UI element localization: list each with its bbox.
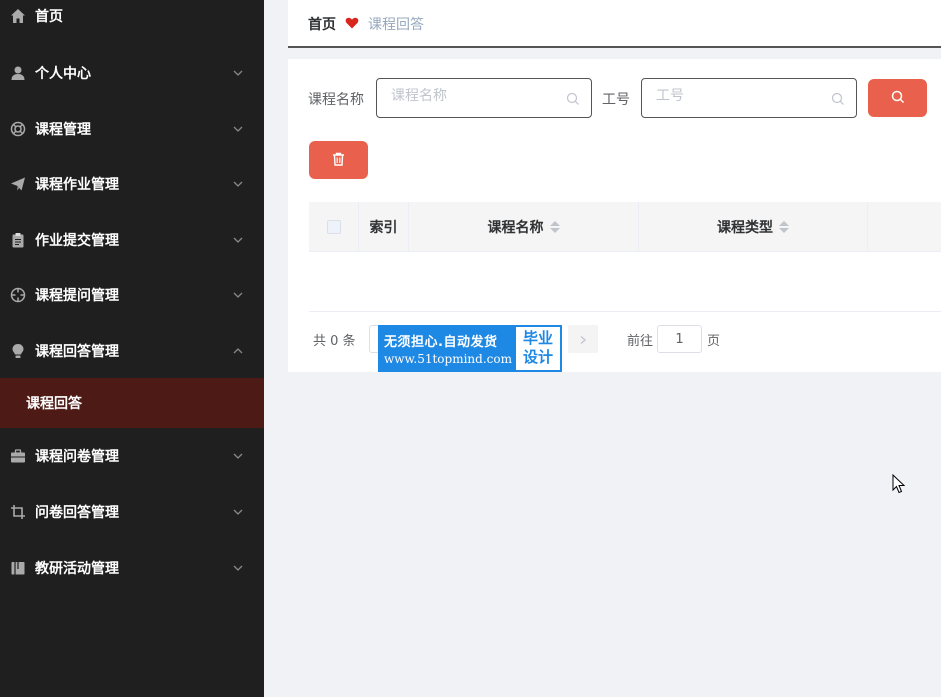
course-name-field[interactable]	[376, 78, 592, 118]
column-header-course-name[interactable]: 课程名称	[409, 202, 639, 252]
sidebar-item-course-management[interactable]: 课程管理	[0, 101, 264, 157]
chevron-down-icon	[232, 178, 244, 190]
chevron-right-icon	[578, 330, 588, 349]
sidebar-item-label: 课程管理	[35, 122, 91, 138]
staff-id-input[interactable]	[656, 88, 816, 104]
watermark-url: www.51topmind.com	[384, 352, 512, 366]
sidebar-item-label: 作业提交管理	[35, 233, 119, 249]
watermark-right-line1: 毕业	[522, 329, 553, 347]
sort-icon[interactable]	[779, 221, 789, 233]
trash-icon	[332, 151, 345, 170]
sidebar-subitem-course-answer[interactable]: 课程回答	[0, 378, 264, 428]
search-icon	[566, 91, 580, 105]
watermark-slogan: 无须担心.自动发货	[384, 335, 498, 350]
search-icon	[831, 91, 845, 105]
watermark-right: 毕业 设计	[516, 327, 560, 370]
sidebar-item-homework-submission-management[interactable]: 作业提交管理	[0, 212, 264, 268]
sidebar-item-label: 首页	[35, 9, 63, 25]
sidebar-item-label: 课程作业管理	[35, 177, 119, 193]
column-header-index: 索引	[359, 202, 409, 252]
sidebar-subitem-label: 课程回答	[26, 396, 82, 412]
heart-icon	[345, 15, 359, 29]
crop-icon	[10, 504, 26, 520]
sidebar-item-label: 个人中心	[35, 66, 91, 82]
chevron-down-icon	[232, 67, 244, 79]
chevron-down-icon	[232, 562, 244, 574]
sort-icon[interactable]	[549, 221, 560, 233]
sidebar-item-course-homework-management[interactable]: 课程作业管理	[0, 156, 264, 212]
chevron-down-icon	[232, 450, 244, 462]
page-jump-input[interactable]: 1	[657, 325, 702, 353]
chevron-up-icon	[232, 345, 244, 357]
sidebar-item-course-survey-management[interactable]: 课程问卷管理	[0, 428, 264, 484]
sidebar-item-teaching-research-management[interactable]: 教研活动管理	[0, 540, 264, 596]
select-all-cell	[309, 202, 359, 252]
mouse-cursor-icon	[892, 473, 906, 494]
course-name-input[interactable]	[391, 88, 551, 104]
table-header: 索引 课程名称 课程类型	[309, 202, 941, 252]
course-name-label: 课程名称	[308, 92, 364, 108]
search-icon	[891, 89, 905, 108]
sidebar-item-label: 课程问卷管理	[35, 449, 119, 465]
sidebar-item-label: 课程提问管理	[35, 288, 119, 304]
sidebar-item-label: 问卷回答管理	[35, 505, 119, 521]
breadcrumb-current: 课程回答	[368, 17, 424, 33]
sidebar-item-survey-answer-management[interactable]: 问卷回答管理	[0, 484, 264, 540]
delete-button[interactable]	[309, 141, 368, 179]
sidebar-item-home[interactable]: 首页	[0, 0, 264, 44]
book-icon	[10, 560, 26, 576]
search-button[interactable]	[868, 79, 927, 117]
chevron-down-icon	[232, 123, 244, 135]
sidebar-item-course-answer-management[interactable]: 课程回答管理	[0, 323, 264, 379]
breadcrumb-home[interactable]: 首页	[308, 14, 336, 34]
sidebar-item-label: 教研活动管理	[35, 561, 119, 577]
pagination-goto-label: 前往	[627, 334, 654, 349]
next-page-button[interactable]	[568, 325, 598, 353]
sidebar-item-label: 课程回答管理	[35, 344, 119, 360]
chevron-down-icon	[232, 234, 244, 246]
user-icon	[10, 65, 26, 81]
sidebar: 首页 个人中心 课程管理 课程作业管理 作业提交管理 课程提问管理 课程回答管理…	[0, 0, 264, 697]
watermark-right-line2: 设计	[522, 348, 553, 366]
sidebar-item-personal-center[interactable]: 个人中心	[0, 45, 264, 101]
column-header-course-type[interactable]: 课程类型	[639, 202, 868, 252]
sidebar-item-course-question-management[interactable]: 课程提问管理	[0, 267, 264, 323]
clipboard-icon	[10, 232, 26, 248]
column-header-extra	[868, 202, 941, 252]
staff-id-label: 工号	[602, 92, 630, 108]
select-all-checkbox[interactable]	[326, 220, 341, 234]
chevron-down-icon	[232, 289, 244, 301]
chevron-down-icon	[232, 506, 244, 518]
home-icon	[10, 8, 26, 24]
pagination-page-label: 页	[707, 334, 721, 349]
lightbulb-icon	[10, 343, 26, 359]
watermark-left: 无须担心.自动发货 www.51topmind.com	[380, 327, 516, 370]
table-empty-body-divider	[309, 311, 941, 312]
breadcrumb: 首页 课程回答	[288, 0, 941, 48]
pagination-total: 共 0 条	[313, 334, 356, 349]
crosshair-icon	[10, 287, 26, 303]
briefcase-icon	[10, 448, 26, 464]
staff-id-field[interactable]	[641, 78, 857, 118]
watermark-ad: 无须担心.自动发货 www.51topmind.com 毕业 设计	[378, 325, 562, 372]
lifebuoy-icon	[10, 121, 26, 137]
paper-plane-icon	[10, 176, 26, 192]
